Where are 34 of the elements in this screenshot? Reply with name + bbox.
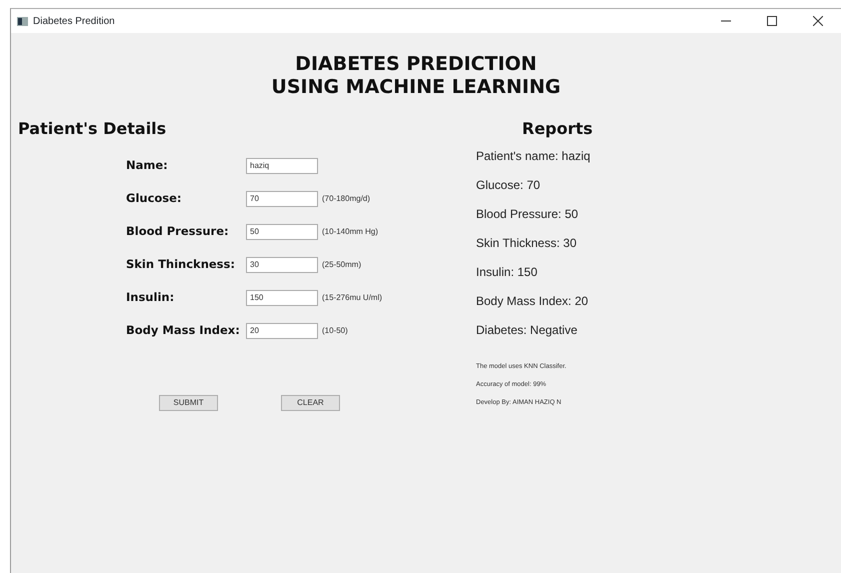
heading: USING MACHINE LEARNING (270, 76, 562, 99)
field-label: Insulin: (126, 288, 176, 306)
hint-text: (15-276mu U/ml) (322, 292, 382, 304)
close-icon (813, 16, 823, 26)
input-field[interactable]: 30 (246, 256, 318, 272)
app-icon (17, 16, 28, 26)
report-line: Diabetes: Negative (476, 323, 578, 337)
field-label: Skin Thinckness: (126, 256, 236, 273)
input-field[interactable]: haziq (246, 158, 318, 174)
heading: DIABETES PREDICTION (294, 53, 538, 76)
hint-text: (10-50) (322, 324, 348, 336)
section-title: Patient's Details (17, 118, 168, 140)
input-field[interactable]: 150 (246, 290, 318, 306)
section-title: Reports (521, 118, 593, 140)
input-field[interactable]: 70 (246, 190, 318, 206)
field-label: Glucose: (126, 190, 183, 207)
report-line: Skin Thickness: 30 (476, 236, 576, 250)
field-label: Name: (126, 156, 169, 174)
hint-text: (70-180mg/d) (322, 192, 370, 204)
input-field[interactable]: 50 (246, 224, 318, 240)
window-title: Diabetes Predition (33, 14, 115, 28)
report-line: Blood Pressure: 50 (476, 207, 578, 221)
submit-button[interactable]: SUBMIT (159, 395, 218, 411)
hint-text: (10-140mm Hg) (322, 226, 378, 238)
clear-button[interactable]: CLEAR (281, 395, 340, 411)
field-label: Body Mass Index: (126, 322, 241, 339)
maximize-icon (767, 16, 777, 26)
report-line: Insulin: 150 (476, 265, 538, 279)
report-line: Patient's name: haziq (476, 149, 590, 163)
report-line: Glucose: 70 (476, 178, 540, 192)
input-field[interactable]: 20 (246, 322, 318, 338)
report-line: Body Mass Index: 20 (476, 294, 588, 308)
hint-text: (25-50mm) (322, 258, 362, 270)
field-label: Blood Pressure: (126, 222, 230, 240)
